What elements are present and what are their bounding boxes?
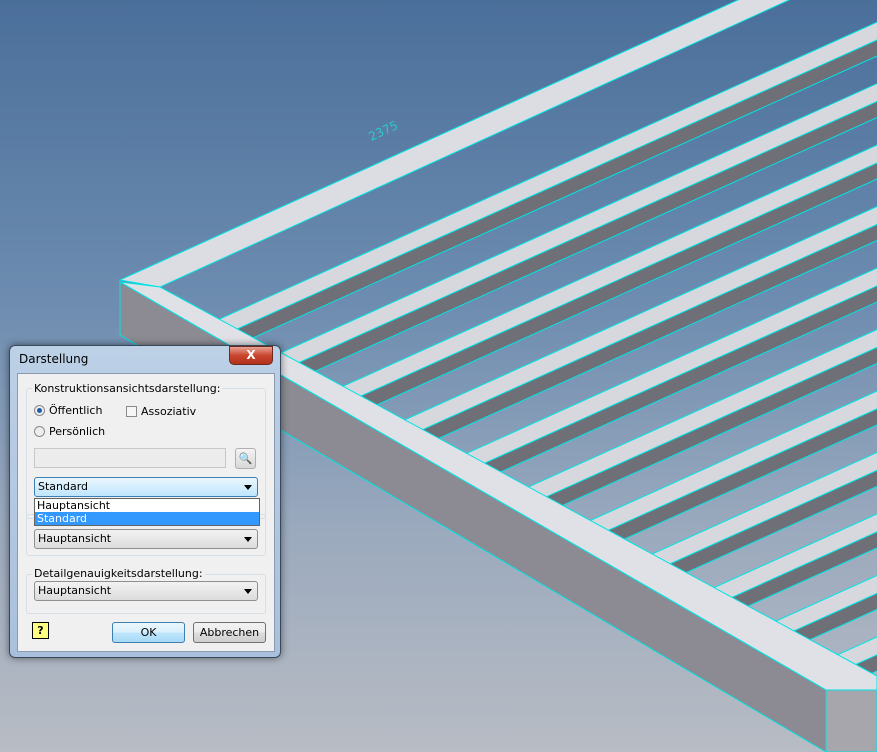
checkbox-associative-label: Assoziativ — [141, 405, 197, 418]
ok-button[interactable]: OK — [112, 622, 185, 643]
radio-public-label: Öffentlich — [49, 404, 103, 417]
magnifier-icon: 🔍 — [238, 452, 253, 465]
dialog-body: Konstruktionsansichtsdarstellung: Öffent… — [17, 373, 275, 652]
close-button[interactable]: X — [229, 346, 273, 365]
dialog-title: Darstellung — [19, 352, 89, 366]
corner-end-face — [825, 689, 877, 752]
chevron-down-icon — [244, 485, 252, 490]
checkbox-associative-box[interactable] — [126, 406, 137, 417]
design-view-combo[interactable]: Standard — [34, 477, 258, 497]
chevron-down-icon — [244, 537, 252, 542]
chevron-down-icon — [244, 589, 252, 594]
lod-label: Detailgenauigkeitsdarstellung: — [32, 567, 205, 580]
display-dialog: Darstellung X Konstruktionsansichtsdarst… — [9, 345, 281, 658]
radio-personal-label: Persönlich — [49, 425, 106, 438]
positional-combo-value: Hauptansicht — [38, 532, 112, 545]
radio-public[interactable]: Öffentlich — [34, 404, 102, 417]
positional-combo[interactable]: Hauptansicht — [34, 529, 258, 549]
lod-combo-value: Hauptansicht — [38, 584, 112, 597]
radio-personal[interactable]: Persönlich — [34, 425, 105, 438]
design-view-combo-value: Standard — [38, 480, 89, 493]
radio-personal-indicator[interactable] — [34, 426, 45, 437]
beam-top-face — [436, 267, 877, 475]
dropdown-option[interactable]: Hauptansicht — [35, 499, 259, 512]
dropdown-option-selected[interactable]: Standard — [35, 512, 259, 525]
cancel-button[interactable]: Abbrechen — [193, 622, 266, 643]
name-input[interactable] — [34, 448, 226, 468]
radio-public-indicator[interactable] — [34, 405, 45, 416]
design-view-label: Konstruktionsansichtsdarstellung: — [32, 382, 223, 395]
help-button[interactable]: ? — [32, 622, 49, 639]
checkbox-associative[interactable]: Assoziativ — [126, 405, 196, 418]
design-view-dropdown-list: Hauptansicht Standard — [34, 498, 260, 526]
beam-top-face — [188, 21, 877, 341]
lod-combo[interactable]: Hauptansicht — [34, 581, 258, 601]
browse-button[interactable]: 🔍 — [235, 448, 256, 469]
help-icon: ? — [37, 624, 44, 637]
